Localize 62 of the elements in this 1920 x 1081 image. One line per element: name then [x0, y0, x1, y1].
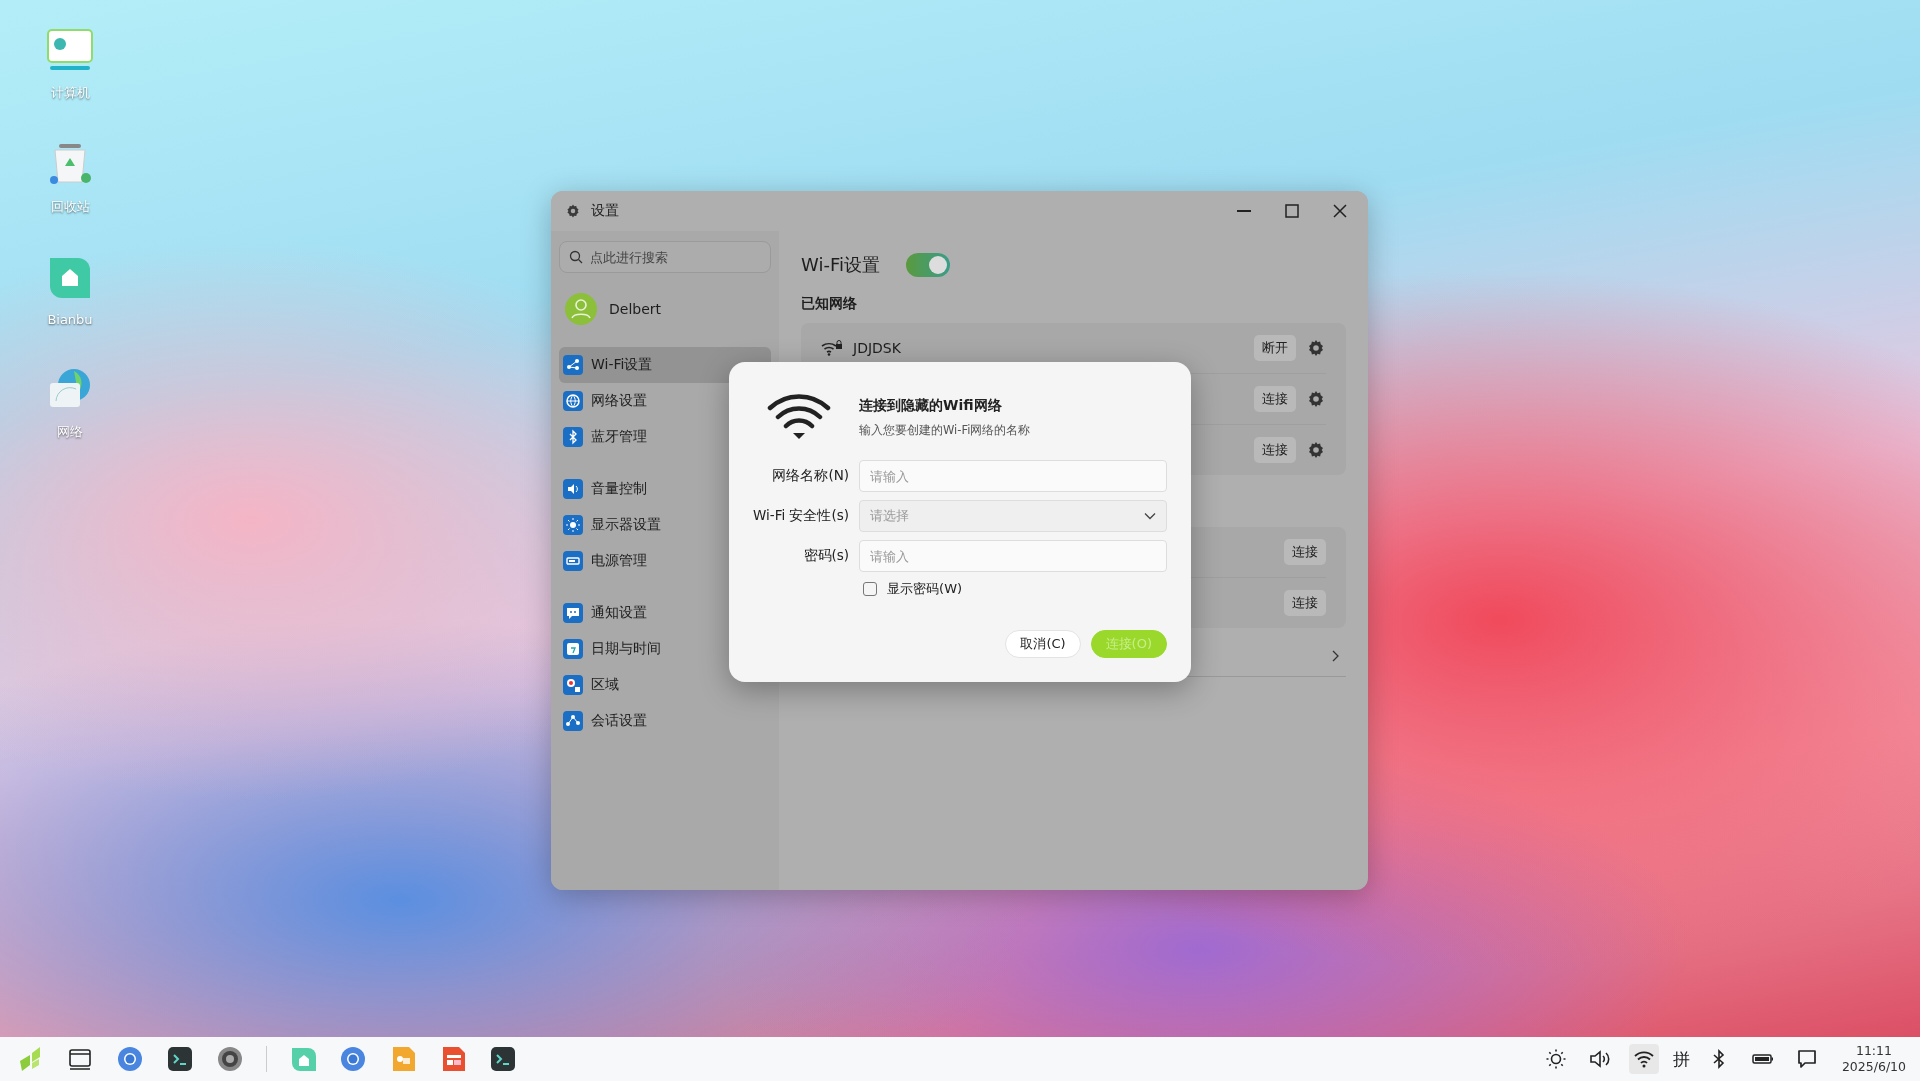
wifi-button[interactable] — [1628, 1044, 1659, 1074]
window-title: 设置 — [591, 202, 620, 220]
field-label: Wi-Fi 安全性(s) — [753, 507, 850, 525]
input-field[interactable]: 请输入 — [859, 460, 1168, 492]
gear-icon — [216, 1045, 244, 1073]
checkbox-label[interactable]: 显示密码(W) — [887, 580, 963, 598]
terminal-icon — [166, 1045, 194, 1073]
battery-icon — [563, 551, 583, 571]
cancel-button[interactable]: 取消(C) — [1005, 630, 1081, 658]
maximize-icon — [1285, 204, 1299, 218]
globe-icon — [563, 391, 583, 411]
speaker-icon — [563, 479, 583, 499]
dialog-title: 连接到隐藏的Wifi网络 — [859, 396, 1003, 415]
clock-date[interactable]: 2025/6/10 — [1841, 1059, 1906, 1075]
search-field[interactable]: 点此进行搜索 — [559, 241, 771, 273]
network-action-button[interactable]: 断开 — [1254, 335, 1296, 361]
network-nodes-icon — [563, 711, 583, 731]
network-action-button[interactable]: 连接 — [1254, 437, 1296, 463]
input-method-button[interactable]: 拼 — [1672, 1047, 1690, 1071]
field-label: 网络名称(N) — [771, 467, 850, 485]
settings-icon — [1306, 440, 1326, 460]
dialog-subtitle: 输入您要创建的Wi-Fi网络的名称 — [859, 422, 1031, 438]
volume-icon — [1588, 1048, 1611, 1070]
chevron-down-icon — [1144, 512, 1157, 520]
network-settings-button[interactable] — [1306, 440, 1326, 460]
settings-icon — [1306, 338, 1326, 358]
minimize-icon — [1237, 210, 1251, 212]
network-settings-button[interactable] — [1306, 338, 1326, 358]
browser-icon — [339, 1045, 367, 1073]
chevron-right-icon[interactable] — [1330, 650, 1340, 662]
settings-icon — [1306, 389, 1326, 409]
network-action-button[interactable]: 连接 — [1284, 590, 1326, 616]
checkbox[interactable] — [863, 582, 878, 596]
chat-bubble-icon — [563, 603, 583, 623]
terminal-icon — [489, 1045, 517, 1073]
chat-bubble-icon — [1795, 1048, 1818, 1070]
sun-icon — [563, 515, 583, 535]
settings-icon — [565, 203, 581, 219]
user-name: Delbert — [609, 301, 662, 317]
network-nodes-icon — [563, 355, 583, 375]
sidebar-item[interactable]: 会话设置 — [559, 703, 771, 739]
bluetooth-icon — [563, 427, 583, 447]
browser-icon — [116, 1045, 144, 1073]
section-heading: 已知网络 — [801, 295, 858, 313]
map-pin-icon — [563, 675, 583, 695]
field-label: 密码(s) — [802, 547, 850, 565]
network-settings-button[interactable] — [1306, 389, 1326, 409]
wifi-icon — [767, 394, 831, 440]
network-action-button[interactable]: 连接 — [1254, 386, 1296, 412]
close-icon — [1333, 204, 1347, 218]
clock-time[interactable]: 11:11 — [1855, 1043, 1892, 1059]
sidebar-item[interactable]: Wi-Fi设置 — [559, 347, 771, 383]
search-icon — [569, 250, 583, 264]
wifi-toggle[interactable] — [905, 253, 950, 277]
password-field[interactable]: 请输入 — [859, 540, 1168, 572]
sun-icon — [1544, 1048, 1567, 1070]
wifi-lock-icon — [821, 340, 843, 356]
network-name: JDJDSK — [853, 340, 902, 356]
page-title: Wi-Fi设置 — [801, 253, 880, 277]
calendar-icon — [563, 639, 583, 659]
home-icon — [289, 1045, 317, 1073]
network-action-button[interactable]: 连接 — [1284, 539, 1326, 565]
